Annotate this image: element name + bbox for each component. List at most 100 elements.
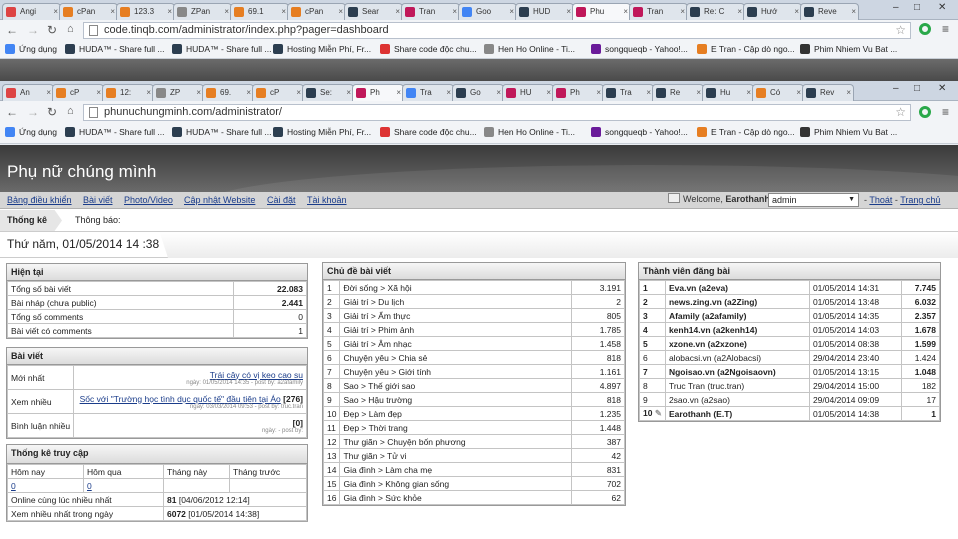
browser-tab[interactable]: Ph × [552, 84, 604, 101]
close-icon[interactable]: × [246, 85, 251, 101]
bookmark-item[interactable]: HUDA™ - Share full ... [65, 44, 165, 54]
nav-posts[interactable]: Bài viết [83, 195, 113, 205]
star-icon[interactable]: ☆ [895, 23, 906, 38]
close-icon[interactable]: × [596, 85, 601, 101]
browser-tab[interactable]: Re × [652, 84, 704, 101]
browser-tab[interactable]: cPan × [59, 3, 118, 20]
close-icon[interactable]: × [746, 85, 751, 101]
minimize-icon[interactable]: – [893, 2, 899, 13]
close-icon[interactable]: × [846, 85, 851, 101]
close-icon[interactable]: × [546, 85, 551, 101]
bookmark-item[interactable]: songqueqb - Yahoo!... [591, 44, 688, 54]
browser-tab[interactable]: ZPan × [173, 3, 232, 20]
browser-tab[interactable]: Go × [452, 84, 504, 101]
close-icon[interactable]: × [680, 4, 685, 20]
close-icon[interactable]: × [646, 85, 651, 101]
bookmark-item[interactable]: HUDA™ - Share full ... [65, 127, 165, 137]
browser-tab[interactable]: Tra × [402, 84, 454, 101]
close-icon[interactable]: × [346, 85, 351, 101]
address-bar[interactable]: code.tinqb.com/administrator/index.php?p… [83, 22, 911, 39]
maximize-icon[interactable]: □ [914, 83, 920, 94]
star-icon[interactable]: ☆ [895, 105, 906, 120]
reload-icon[interactable]: ↻ [47, 105, 57, 119]
nav-photo-video[interactable]: Photo/Video [124, 195, 173, 205]
bookmark-item[interactable]: Hosting Miễn Phí, Fr... [273, 44, 371, 54]
bookmark-item[interactable]: Phim Nhiem Vu Bat ... [800, 127, 897, 137]
browser-tab[interactable]: cP × [252, 84, 304, 101]
browser-tab[interactable]: Hướ × [743, 3, 802, 20]
browser-tab[interactable]: Có × [752, 84, 804, 101]
bookmark-item[interactable]: E Tran - Cập dò ngo... [697, 44, 795, 54]
nav-dashboard[interactable]: Bảng điều khiển [7, 195, 72, 205]
close-icon[interactable]: × [395, 4, 400, 20]
browser-tab[interactable]: Rev × [802, 84, 854, 101]
close-icon[interactable]: × [296, 85, 301, 101]
browser-tab[interactable]: Angi × [2, 3, 61, 20]
forward-icon[interactable]: → [27, 23, 39, 37]
close-icon[interactable]: × [146, 85, 151, 101]
browser-tab[interactable]: HU × [502, 84, 554, 101]
close-icon[interactable]: × [167, 4, 172, 20]
browser-tab[interactable]: 69. × [202, 84, 254, 101]
browser-tab[interactable]: Tran × [629, 3, 688, 20]
apps-bookmark[interactable]: Ứng dụng [5, 127, 57, 137]
extension-icon[interactable] [919, 106, 931, 118]
bookmark-item[interactable]: Hen Ho Online - Ti... [484, 127, 575, 137]
bookmark-item[interactable]: Share code độc chu... [380, 127, 477, 137]
apps-bookmark[interactable]: Ứng dụng [5, 44, 57, 54]
close-icon[interactable]: × [96, 85, 101, 101]
browser-tab[interactable]: HUD × [515, 3, 574, 20]
address-bar[interactable]: phunuchungminh.com/administrator/ ☆ [83, 104, 911, 121]
close-icon[interactable]: × [224, 4, 229, 20]
close-icon[interactable]: × [452, 4, 457, 20]
window-close-icon[interactable]: ✕ [938, 2, 946, 13]
reload-icon[interactable]: ↻ [47, 23, 57, 37]
bookmark-item[interactable]: Hen Ho Online - Ti... [484, 44, 575, 54]
close-icon[interactable]: × [446, 85, 451, 101]
browser-tab[interactable]: 123.3 × [116, 3, 175, 20]
bookmark-item[interactable]: HUDA™ - Share full ... [172, 44, 272, 54]
browser-tab[interactable]: Tra × [602, 84, 654, 101]
extension-icon[interactable] [919, 23, 931, 35]
menu-icon[interactable]: ≡ [942, 22, 949, 36]
close-icon[interactable]: × [794, 4, 799, 20]
bookmark-item[interactable]: E Tran - Cập dò ngo... [697, 127, 795, 137]
close-icon[interactable]: × [53, 4, 58, 20]
role-select[interactable]: admin ▼ [768, 193, 859, 207]
bookmark-item[interactable]: HUDA™ - Share full ... [172, 127, 272, 137]
yesterday-count[interactable]: 0 [87, 481, 92, 491]
menu-icon[interactable]: ≡ [942, 105, 949, 119]
close-icon[interactable]: × [496, 85, 501, 101]
nav-update-website[interactable]: Cập nhật Website [184, 195, 255, 205]
home-link[interactable]: Trang chủ [900, 195, 940, 205]
browser-tab[interactable]: 69.1 × [230, 3, 289, 20]
browser-tab[interactable]: Phu × [572, 3, 631, 21]
logout-link[interactable]: Thoát [869, 195, 892, 205]
close-icon[interactable]: × [281, 4, 286, 20]
close-icon[interactable]: × [623, 4, 628, 20]
nav-account[interactable]: Tài khoản [307, 195, 347, 205]
bookmark-item[interactable]: Share code độc chu... [380, 44, 477, 54]
bookmark-item[interactable]: Hosting Miễn Phí, Fr... [273, 127, 371, 137]
bookmark-item[interactable]: songqueqb - Yahoo!... [591, 127, 688, 137]
home-icon[interactable]: ⌂ [67, 23, 74, 35]
forward-icon[interactable]: → [27, 105, 39, 119]
home-icon[interactable]: ⌂ [67, 105, 74, 117]
window-close-icon[interactable]: ✕ [938, 83, 946, 94]
browser-tab[interactable]: ZP × [152, 84, 204, 101]
close-icon[interactable]: × [196, 85, 201, 101]
browser-tab[interactable]: Re: C × [686, 3, 745, 20]
close-icon[interactable]: × [110, 4, 115, 20]
most-viewed-link[interactable]: Sốc với "Trường học tình dục quốc tế" đầ… [80, 394, 281, 404]
close-icon[interactable]: × [737, 4, 742, 20]
close-icon[interactable]: × [46, 85, 51, 101]
crumb-statistics[interactable]: Thống kê [0, 210, 62, 231]
close-icon[interactable]: × [696, 85, 701, 101]
browser-tab[interactable]: An × [2, 84, 54, 101]
newest-post-link[interactable]: Trái cây có vị keo cao su [77, 370, 303, 380]
close-icon[interactable]: × [851, 4, 856, 20]
close-icon[interactable]: × [509, 4, 514, 20]
minimize-icon[interactable]: – [893, 83, 899, 94]
close-icon[interactable]: × [566, 4, 571, 20]
back-icon[interactable]: ← [6, 105, 18, 119]
